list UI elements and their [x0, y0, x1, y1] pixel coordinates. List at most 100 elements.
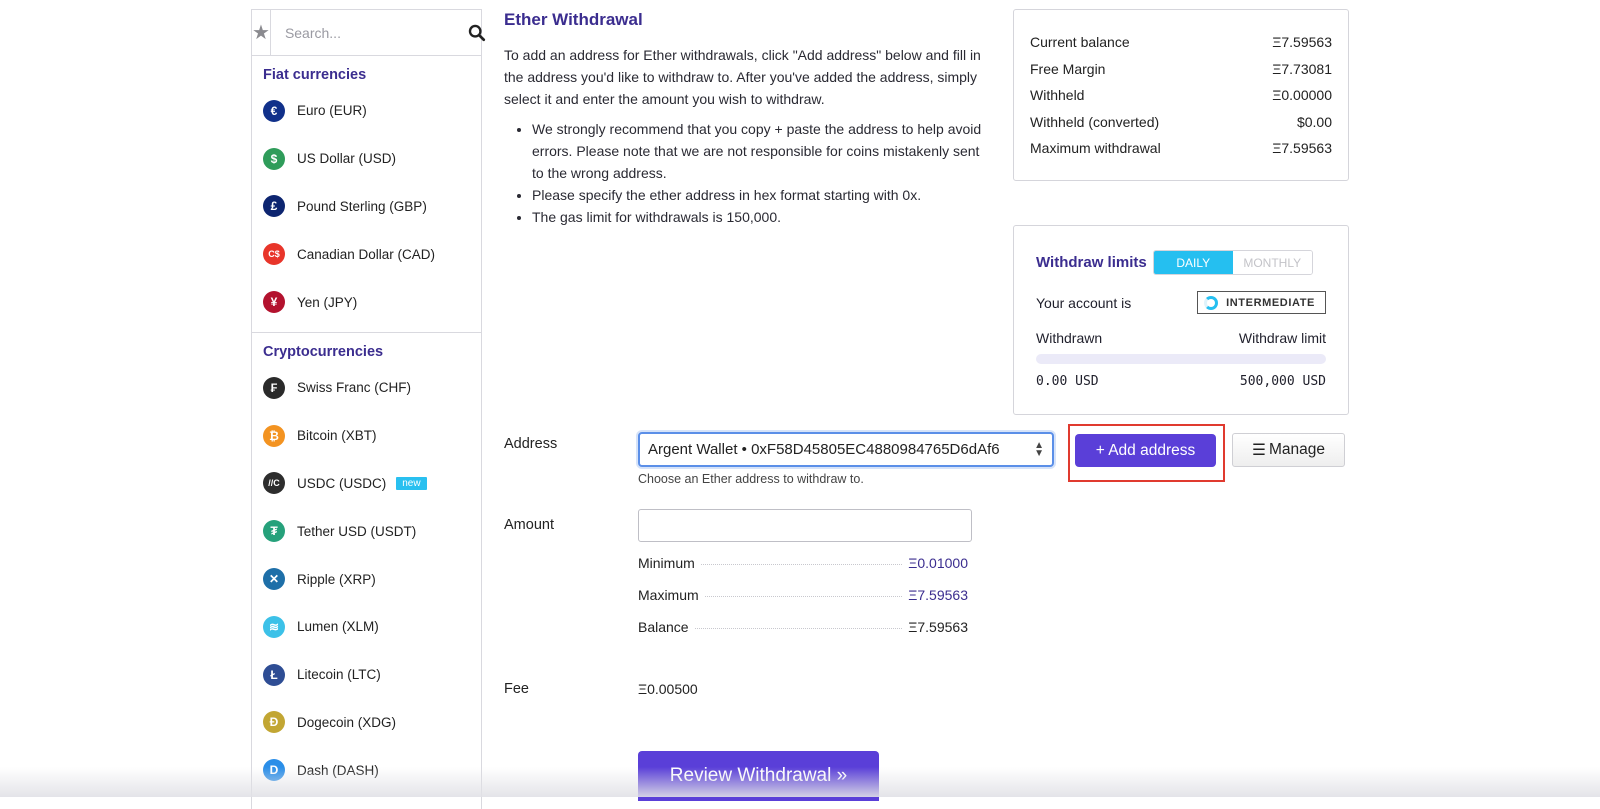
balance-row: Withheld (converted) $0.00	[1030, 114, 1332, 141]
sidebar-item-label: Dogecoin (XDG)	[297, 714, 397, 730]
litecoin-icon: Ł	[263, 663, 285, 686]
balance-label: Free Margin	[1030, 60, 1106, 77]
sidebar-item-cad[interactable]: C$ Canadian Dollar (CAD)	[252, 230, 481, 278]
page-title: Ether Withdrawal	[504, 10, 643, 29]
dollar-icon: $	[263, 147, 285, 170]
sidebar-item-label: Yen (JPY)	[297, 294, 358, 310]
sidebar-item-litecoin[interactable]: Ł Litecoin (LTC)	[252, 651, 481, 699]
review-withdrawal-button[interactable]: Review Withdrawal »	[638, 751, 879, 801]
withdraw-limit-value: 500,000 USD	[1239, 374, 1326, 389]
pound-icon: £	[263, 195, 285, 218]
tab-daily[interactable]: DAILY	[1153, 251, 1233, 274]
balance-value: Ξ7.73081	[1272, 60, 1332, 77]
usdc-icon: //C	[263, 472, 285, 495]
fee-label: Fee	[504, 681, 529, 697]
balance-value: Ξ0.00000	[1272, 87, 1332, 103]
note-item: The gas limit for withdrawals is 150,000…	[532, 206, 984, 228]
sidebar-item-label: Ripple (XRP)	[297, 571, 376, 587]
sidebar-item-label: Lumen (XLM)	[297, 619, 379, 635]
manage-button[interactable]: ☰ Manage	[1232, 433, 1345, 467]
add-address-button[interactable]: + Add address	[1075, 434, 1216, 467]
sidebar-item-yen[interactable]: ¥ Yen (JPY)	[252, 278, 481, 326]
sidebar-item-label: US Dollar (USD)	[297, 151, 397, 167]
select-arrows-icon: ▲ ▼	[1034, 439, 1044, 459]
dotted-leader	[704, 596, 903, 597]
balance-row: Maximum withdrawal Ξ7.59563	[1030, 140, 1332, 167]
sidebar-item-pound[interactable]: £ Pound Sterling (GBP)	[252, 183, 481, 231]
sidebar-item-label: Tether USD (USDT)	[297, 523, 417, 539]
tier-badge: INTERMEDIATE	[1197, 291, 1326, 314]
balance-value: Ξ7.59563	[1272, 140, 1332, 156]
sidebar-item-label: Bitcoin (XBT)	[297, 428, 377, 444]
sidebar-item-euro[interactable]: € Euro (EUR)	[252, 87, 481, 135]
search-box	[271, 10, 498, 55]
balance-row: Balance Ξ7.59563	[638, 619, 968, 651]
address-hint: Choose an Ether address to withdraw to.	[638, 472, 864, 486]
balance-value: Ξ7.59563	[908, 619, 968, 635]
account-label: Your account is	[1036, 294, 1132, 311]
withdrawn-values: 0.00 USD 500,000 USD	[1036, 374, 1326, 389]
cad-icon: C$	[263, 243, 285, 266]
address-select-value: Argent Wallet • 0xF58D45805EC4880984765D…	[648, 441, 1000, 458]
list-icon: ☰	[1252, 441, 1266, 459]
main-content: Ether Withdrawal To add an address for E…	[504, 0, 984, 228]
withdraw-limits-panel: Withdraw limits DAILY MONTHLY Your accou…	[1013, 225, 1349, 415]
withdraw-limit-label: Withdraw limit	[1238, 330, 1326, 346]
sidebar-item-dollar[interactable]: $ US Dollar (USD)	[252, 135, 481, 183]
tier-label: INTERMEDIATE	[1226, 296, 1315, 309]
fiat-section-title: Fiat currencies	[263, 67, 367, 83]
star-icon: ★	[252, 22, 270, 44]
currency-sidebar: ★ Fiat currencies € Euro (EUR) $ US Dollar …	[251, 9, 486, 809]
manage-label: Manage	[1268, 441, 1325, 458]
new-badge: new	[396, 476, 427, 490]
sidebar-item-bitcoin[interactable]: ₿ Bitcoin (XBT)	[252, 412, 481, 460]
search-icon[interactable]	[468, 24, 486, 42]
balance-row: Current balance Ξ7.59563	[1030, 34, 1332, 61]
franc-icon: ₣	[263, 376, 285, 399]
sidebar-item-label: Canadian Dollar (CAD)	[297, 246, 436, 262]
amount-limits: Minimum Ξ0.01000 Maximum Ξ7.59563 Balanc…	[638, 555, 968, 651]
minimum-value[interactable]: Ξ0.01000	[908, 555, 968, 571]
crypto-section-title: Cryptocurrencies	[263, 343, 384, 360]
withdrawn-label: Withdrawn	[1036, 330, 1103, 346]
sidebar-item-dogecoin[interactable]: Ð Dogecoin (XDG)	[252, 699, 481, 747]
tab-monthly[interactable]: MONTHLY	[1232, 251, 1312, 274]
maximum-label: Maximum	[638, 587, 699, 603]
withdraw-progress-bar	[1036, 354, 1326, 364]
sidebar-item-dash[interactable]: D Dash (DASH)	[252, 746, 481, 794]
amount-label: Amount	[504, 517, 554, 533]
sidebar-item-usdc[interactable]: //C USDC (USDC) new	[252, 460, 481, 508]
favorites-button[interactable]: ★	[252, 10, 271, 55]
withdrawn-labels: Withdrawn Withdraw limit	[1036, 330, 1326, 346]
sidebar-item-ripple[interactable]: ✕ Ripple (XRP)	[252, 555, 481, 603]
bitcoin-icon: ₿	[263, 424, 285, 447]
note-item: Please specify the ether address in hex …	[532, 184, 984, 206]
dash-icon: D	[263, 759, 285, 782]
sidebar-item-label: USDC (USDC)	[297, 475, 387, 491]
balance-label: Maximum withdrawal	[1030, 140, 1161, 156]
address-label: Address	[504, 436, 558, 452]
amount-input[interactable]	[638, 509, 972, 542]
limits-title: Withdraw limits	[1036, 254, 1147, 271]
balance-label: Withheld (converted)	[1030, 113, 1160, 130]
sidebar-item-label: Pound Sterling (GBP)	[297, 198, 427, 214]
euro-icon: €	[263, 99, 285, 122]
address-select[interactable]: Argent Wallet • 0xF58D45805EC4880984765D…	[638, 432, 1054, 467]
balance-label: Balance	[638, 619, 689, 635]
minimum-row: Minimum Ξ0.01000	[638, 555, 968, 587]
period-toggle: DAILY MONTHLY	[1152, 250, 1313, 275]
sidebar-item-label: Litecoin (LTC)	[297, 667, 381, 683]
ripple-icon: ✕	[263, 568, 285, 591]
dogecoin-icon: Ð	[263, 711, 285, 734]
sidebar-item-tether[interactable]: ₮ Tether USD (USDT)	[252, 507, 481, 555]
sidebar-item-lumen[interactable]: ≋ Lumen (XLM)	[252, 603, 481, 651]
maximum-value[interactable]: Ξ7.59563	[908, 587, 968, 603]
withdrawn-value: 0.00 USD	[1036, 374, 1099, 389]
tier-progress-icon	[1204, 295, 1219, 310]
balance-panel: Current balance Ξ7.59563 Free Margin Ξ7.73…	[1013, 9, 1349, 181]
notes-list: We strongly recommend that you copy + pa…	[504, 118, 984, 228]
sidebar-item-label: Euro (EUR)	[297, 103, 367, 119]
search-input[interactable]	[282, 23, 468, 42]
minimum-label: Minimum	[638, 555, 695, 571]
sidebar-item-franc[interactable]: ₣ Swiss Franc (CHF)	[252, 364, 481, 412]
